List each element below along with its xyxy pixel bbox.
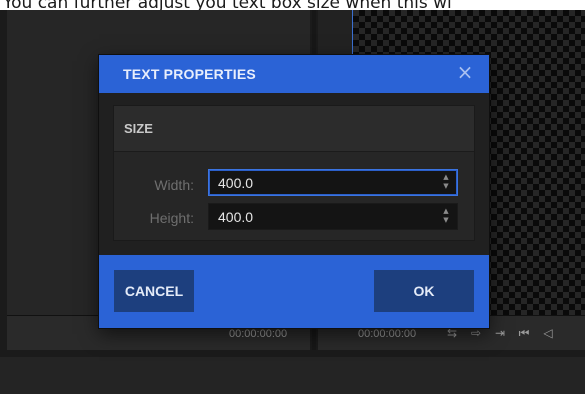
width-label: Width: bbox=[154, 177, 194, 193]
section-title: SIZE bbox=[124, 121, 153, 136]
dialog-footer: CANCEL OK bbox=[99, 255, 489, 328]
size-section: SIZE Width: 400.0 ▲ ▼ Height: 400.0 ▲ ▼ bbox=[113, 105, 475, 241]
height-stepper-icon[interactable]: ▲ ▼ bbox=[441, 207, 451, 227]
import-icon[interactable]: ⇥ bbox=[493, 326, 507, 340]
skip-start-icon[interactable]: ⏮ bbox=[517, 326, 531, 341]
dialog-title: TEXT PROPERTIES bbox=[123, 66, 256, 82]
ok-button[interactable]: OK bbox=[374, 270, 474, 312]
height-spinbox[interactable]: 400.0 ▲ ▼ bbox=[208, 203, 458, 230]
width-value[interactable]: 400.0 bbox=[218, 175, 253, 191]
export-icon[interactable]: ⇨ bbox=[469, 326, 483, 340]
preview-timecode: 00:00:00:00 bbox=[358, 328, 417, 340]
dialog-header: TEXT PROPERTIES × bbox=[99, 55, 489, 93]
width-spinbox[interactable]: 400.0 ▲ ▼ bbox=[208, 169, 458, 196]
source-timecode: 00:00:00:00 bbox=[229, 328, 288, 340]
height-label: Height: bbox=[149, 210, 194, 226]
height-value[interactable]: 400.0 bbox=[218, 209, 253, 225]
cancel-button[interactable]: CANCEL bbox=[114, 270, 194, 312]
close-icon[interactable]: × bbox=[455, 62, 475, 82]
loop-icon[interactable]: ⇆ bbox=[445, 326, 459, 340]
text-properties-dialog: TEXT PROPERTIES × SIZE Width: 400.0 ▲ ▼ H… bbox=[99, 55, 489, 328]
width-stepper-icon[interactable]: ▲ ▼ bbox=[441, 173, 451, 193]
step-back-icon[interactable]: ◁ bbox=[541, 326, 555, 340]
section-header: SIZE bbox=[114, 106, 474, 152]
timeline-area bbox=[0, 357, 585, 394]
